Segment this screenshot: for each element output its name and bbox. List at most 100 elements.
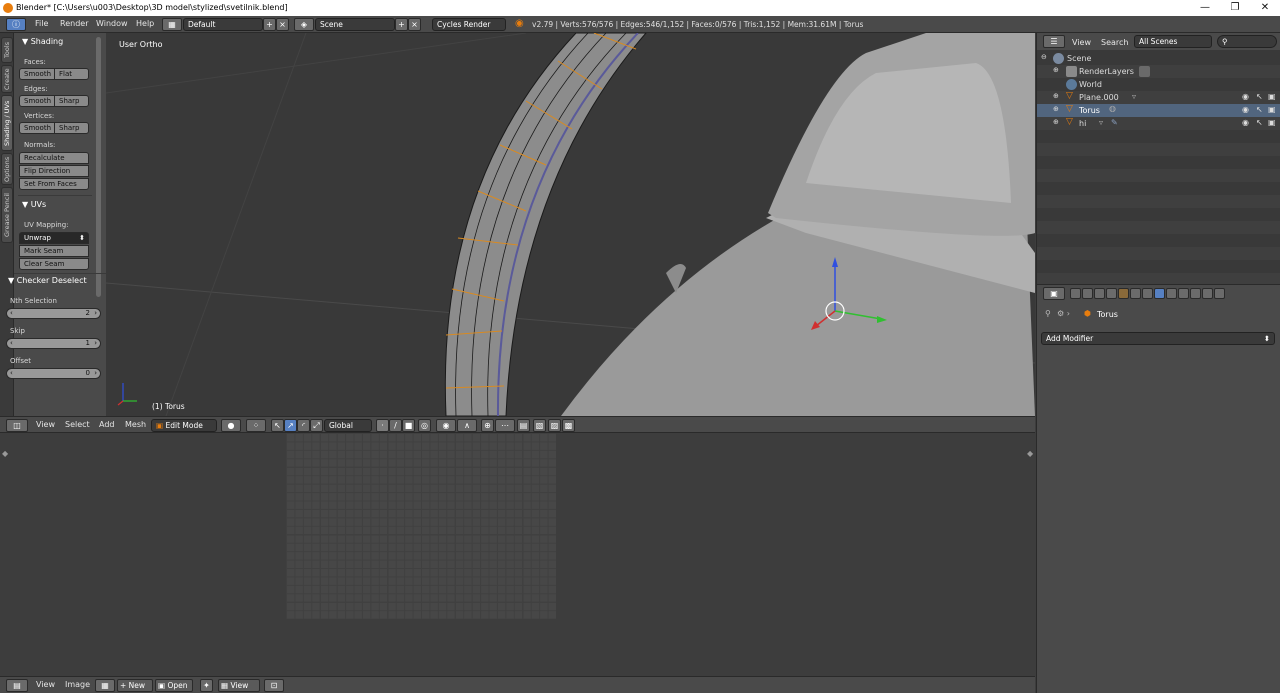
selectable-arrow-icon[interactable]: ↖	[1256, 118, 1263, 127]
edges-smooth-button[interactable]: Smooth	[19, 95, 55, 107]
add-modifier-dropdown[interactable]: Add Modifier ⬍	[1041, 332, 1275, 345]
snap-element-icon[interactable]: ⋯	[495, 419, 515, 432]
snap-toggle-icon[interactable]: ⊕	[481, 419, 494, 432]
open-image-button[interactable]: ▣ Open	[155, 679, 193, 692]
constraints-tab-icon[interactable]	[1130, 288, 1141, 299]
render-layers-tab-icon[interactable]	[1082, 288, 1093, 299]
snap-target-icon[interactable]: ▤	[517, 419, 530, 432]
nth-selection-field[interactable]: ‹ 2 ›	[6, 308, 101, 319]
menu-uv-view[interactable]: View	[36, 680, 55, 689]
outliner-row-plane[interactable]: ⊕ ▽ Plane.000 ▿ ◉ ↖ ▣	[1037, 91, 1280, 104]
outliner-search-input[interactable]: ⚲	[1217, 35, 1277, 48]
new-image-button[interactable]: + New	[117, 679, 153, 692]
pivot-icon[interactable]: ⊡	[264, 679, 284, 692]
uvs-panel-header[interactable]: ▼ UVs	[22, 200, 46, 209]
vertices-smooth-button[interactable]: Smooth	[19, 122, 55, 134]
selectable-arrow-icon[interactable]: ↖	[1256, 105, 1263, 114]
mode-dropdown[interactable]: ▣ Edit Mode	[151, 419, 217, 432]
remove-layout-icon[interactable]: ×	[276, 18, 289, 31]
opengl-render-icon[interactable]: ▧	[533, 419, 546, 432]
menu-help[interactable]: Help	[136, 19, 154, 28]
expand-icon[interactable]: ⊕	[1053, 105, 1059, 113]
vertices-sharp-button[interactable]: Sharp	[54, 122, 89, 134]
limit-selection-icon[interactable]: ◎	[418, 419, 431, 432]
unwrap-button[interactable]: Unwrap ⬍	[19, 232, 89, 244]
render-animation-icon[interactable]: ▨	[548, 419, 561, 432]
minimize-button[interactable]: —	[1190, 0, 1220, 16]
scene-tab-icon[interactable]	[1094, 288, 1105, 299]
expand-icon[interactable]: ⊕	[1053, 118, 1059, 126]
offset-field[interactable]: ‹ 0 ›	[6, 368, 101, 379]
view-mode-dropdown[interactable]: ▦ View	[218, 679, 260, 692]
render-engine-dropdown[interactable]: Cycles Render	[432, 18, 506, 31]
checker-deselect-header[interactable]: ▼ Checker Deselect	[8, 276, 87, 285]
visibility-eye-icon[interactable]: ◉	[1242, 105, 1249, 114]
recalculate-button[interactable]: Recalculate	[19, 152, 89, 164]
falloff-icon[interactable]: ∧	[457, 419, 477, 432]
editor-type-outliner-icon[interactable]: ☰	[1043, 35, 1065, 48]
tab-tools[interactable]: Tools	[1, 37, 13, 63]
remove-scene-icon[interactable]: ×	[408, 18, 421, 31]
pin-icon[interactable]: ⚲	[1045, 309, 1051, 318]
outliner-row-scene[interactable]: ⊖ Scene	[1037, 52, 1280, 65]
wrench-icon[interactable]	[1154, 288, 1165, 299]
uv-image-editor[interactable]: ◆ ◆	[0, 433, 1035, 676]
maximize-button[interactable]: ❐	[1220, 0, 1250, 16]
outliner-menu-search[interactable]: Search	[1101, 38, 1128, 47]
skip-field[interactable]: ‹ 1 ›	[6, 338, 101, 349]
material-tab-icon[interactable]	[1178, 288, 1189, 299]
screen-layout-field[interactable]: Default	[183, 18, 263, 31]
close-button[interactable]: ✕	[1250, 0, 1280, 16]
outliner-row-renderlayers[interactable]: ⊕ RenderLayers	[1037, 65, 1280, 78]
menu-image[interactable]: Image	[65, 680, 90, 689]
edge-select-icon[interactable]: /	[389, 419, 402, 432]
menu-mesh[interactable]: Mesh	[125, 420, 146, 429]
modifiers-tab-icon[interactable]	[1142, 288, 1153, 299]
expand-icon[interactable]: ⊕	[1053, 66, 1059, 74]
menu-select[interactable]: Select	[65, 420, 90, 429]
screen-layout-icon[interactable]: ▦	[162, 18, 182, 31]
faces-flat-button[interactable]: Flat	[54, 68, 89, 80]
editor-type-uv-icon[interactable]: ▤	[6, 679, 28, 692]
scene-field[interactable]: Scene	[315, 18, 395, 31]
faces-smooth-button[interactable]: Smooth	[19, 68, 55, 80]
visibility-eye-icon[interactable]: ◉	[1242, 118, 1249, 127]
visibility-eye-icon[interactable]: ◉	[1242, 92, 1249, 101]
render-camera-icon[interactable]: ▣	[1268, 105, 1276, 114]
object-tab-icon[interactable]	[1118, 288, 1129, 299]
add-scene-icon[interactable]: +	[395, 18, 408, 31]
editor-type-info-icon[interactable]: ⓘ	[6, 18, 26, 31]
menu-add[interactable]: Add	[99, 420, 115, 429]
face-select-icon[interactable]: ■	[402, 419, 415, 432]
render-tab-icon[interactable]	[1070, 288, 1081, 299]
tab-shading-uvs[interactable]: Shading / UVs	[1, 95, 13, 151]
tab-grease-pencil[interactable]: Grease Pencil	[1, 187, 13, 243]
pin-icon[interactable]: ✦	[200, 679, 213, 692]
3d-viewport[interactable]: User Ortho (1) Torus	[106, 33, 1035, 416]
area-resize-handle-icon[interactable]: ◆	[1027, 449, 1033, 458]
overlay-toggle-icon[interactable]: ▩	[562, 419, 575, 432]
scale-manipulator-icon[interactable]: ⤢	[310, 419, 323, 432]
transform-orientation-dropdown[interactable]: Global	[324, 419, 372, 432]
tab-create[interactable]: Create	[1, 65, 13, 93]
physics-tab-icon[interactable]	[1214, 288, 1225, 299]
outliner-row-hi[interactable]: ⊕ ▽ hi ▿ ✎ ◉ ↖ ▣	[1037, 117, 1280, 130]
set-from-faces-button[interactable]: Set From Faces	[19, 178, 89, 190]
shading-panel-header[interactable]: ▼ Shading	[22, 37, 63, 46]
viewport-shading-icon[interactable]: ●	[221, 419, 241, 432]
menu-view[interactable]: View	[36, 420, 55, 429]
vertex-select-icon[interactable]: ·	[376, 419, 389, 432]
tab-options[interactable]: Options	[1, 153, 13, 185]
editor-type-3dview-icon[interactable]: ◫	[6, 419, 28, 432]
scene-icon[interactable]: ◈	[294, 18, 314, 31]
expand-icon[interactable]: ⊕	[1053, 92, 1059, 100]
texture-tab-icon[interactable]	[1190, 288, 1201, 299]
menu-render[interactable]: Render	[60, 19, 88, 28]
clear-seam-button[interactable]: Clear Seam	[19, 258, 89, 270]
rotate-manipulator-icon[interactable]: ◜	[297, 419, 310, 432]
outliner-row-world[interactable]: World	[1037, 78, 1280, 91]
flip-direction-button[interactable]: Flip Direction	[19, 165, 89, 177]
data-tab-icon[interactable]	[1166, 288, 1177, 299]
render-camera-icon[interactable]: ▣	[1268, 92, 1276, 101]
area-resize-handle-icon[interactable]: ◆	[2, 449, 8, 458]
